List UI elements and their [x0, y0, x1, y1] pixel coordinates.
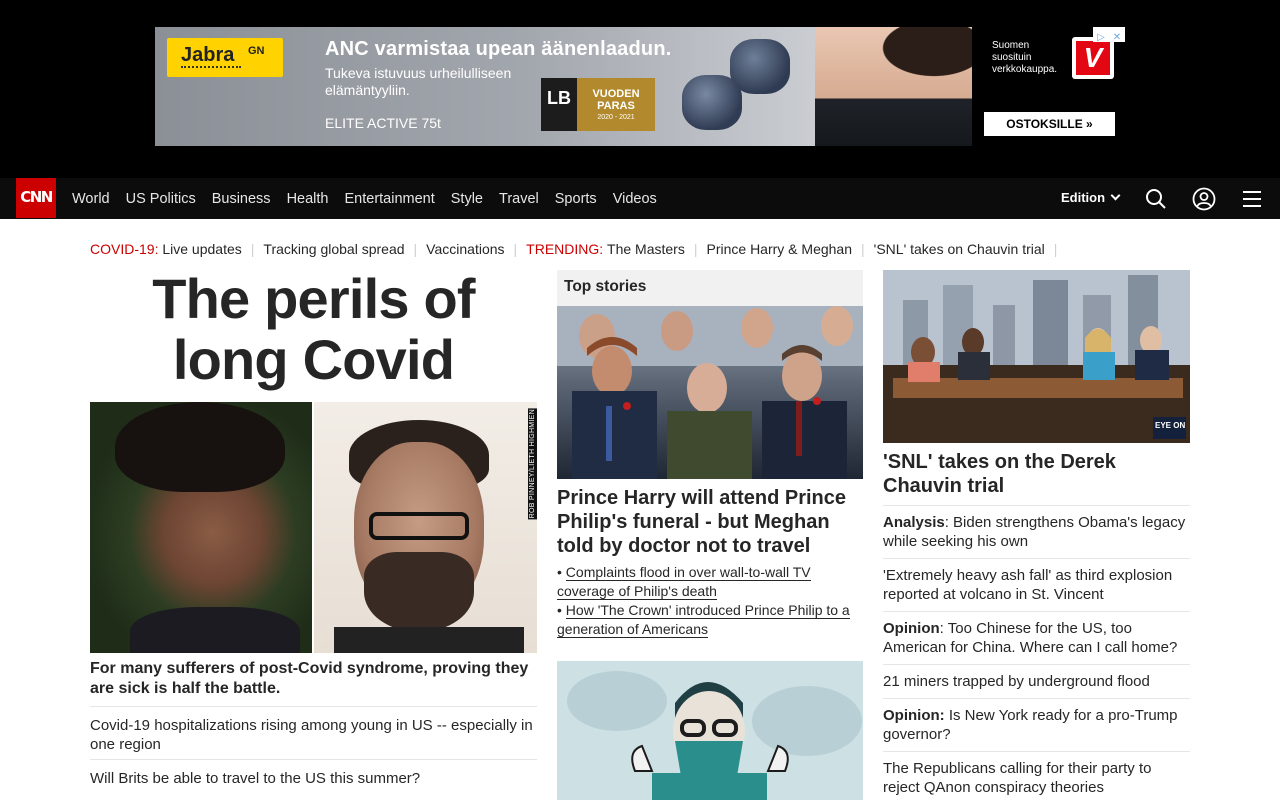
- ad-choices[interactable]: ▷ ✕: [1093, 27, 1125, 45]
- separator: |: [250, 241, 255, 257]
- related-link-text[interactable]: How 'The Crown' introduced Prince Philip…: [557, 602, 850, 638]
- hero-photo-left: [90, 402, 313, 653]
- ad-choices-icon[interactable]: ▷: [1093, 30, 1109, 45]
- trending-link[interactable]: The Masters: [607, 241, 685, 257]
- ad-subtext: Tukeva istuvuus urheilulliseen elämäntyy…: [325, 65, 512, 98]
- story-text: The Republicans calling for their party …: [883, 760, 1152, 796]
- nav-link-travel[interactable]: Travel: [499, 191, 539, 207]
- top-story-headline[interactable]: Prince Harry will attend Prince Philip's…: [557, 486, 863, 558]
- story-prefix: Opinion:: [883, 707, 945, 724]
- logo-text: CNN: [20, 188, 53, 206]
- edition-label: Edition: [1061, 190, 1106, 205]
- nav-link-health[interactable]: Health: [287, 191, 329, 207]
- award-logo: LB: [541, 78, 577, 131]
- separator: |: [693, 241, 698, 257]
- related-link-text[interactable]: Complaints flood in over wall-to-wall TV…: [557, 564, 811, 600]
- ad-brand-suffix: GN: [248, 45, 265, 57]
- section-header: Top stories: [557, 270, 863, 306]
- trending-link[interactable]: Prince Harry & Meghan: [707, 241, 853, 257]
- story-link[interactable]: 'Extremely heavy ash fall' as third expl…: [883, 558, 1190, 604]
- search-icon[interactable]: [1144, 187, 1168, 211]
- story-link[interactable]: The Republicans calling for their party …: [883, 751, 1190, 797]
- award-badge: LB VUODEN PARAS 2020 - 2021: [541, 78, 655, 131]
- close-icon[interactable]: ✕: [1109, 30, 1125, 45]
- retailer-logo-mark: V: [1076, 41, 1110, 75]
- story-image[interactable]: [557, 306, 863, 479]
- story-link[interactable]: Will Brits be able to travel to the US t…: [90, 759, 537, 788]
- trending-link[interactable]: 'SNL' takes on Chauvin trial: [874, 241, 1045, 257]
- cnn-logo[interactable]: CNN: [16, 178, 56, 218]
- ad-banner-area: Jabra GN ANC varmistaa upean äänenlaadun…: [0, 0, 1280, 178]
- hero-image[interactable]: ROB PINNEY/LIETH HIGHMIEN: [90, 402, 537, 653]
- nav-link-us-politics[interactable]: US Politics: [126, 191, 196, 207]
- story-image[interactable]: [557, 661, 863, 800]
- story-link[interactable]: Opinion: Too Chinese for the US, too Ame…: [883, 611, 1190, 657]
- account-icon[interactable]: [1192, 187, 1216, 211]
- related-link[interactable]: • Complaints flood in over wall-to-wall …: [557, 563, 863, 601]
- award-text: VUODEN PARAS 2020 - 2021: [577, 78, 655, 131]
- related-link[interactable]: • How 'The Crown' introduced Prince Phil…: [557, 601, 863, 639]
- story-prefix: Analysis: [883, 514, 945, 531]
- ad-cta-button[interactable]: OSTOKSILLE »: [984, 112, 1115, 136]
- jabra-logo: Jabra GN: [167, 38, 283, 77]
- trending-bar: COVID-19: Live updates | Tracking global…: [90, 239, 1066, 259]
- hero-photo-right: [314, 402, 537, 653]
- menu-icon[interactable]: [1240, 187, 1264, 211]
- image-badge: EYE ON: [1155, 421, 1185, 430]
- nav-links: World US Politics Business Health Entert…: [72, 178, 673, 219]
- nav-link-sports[interactable]: Sports: [555, 191, 597, 207]
- ad-brand: Jabra: [181, 44, 235, 66]
- royal-family-photo: [557, 306, 863, 479]
- edition-selector[interactable]: Edition: [1061, 190, 1121, 205]
- ad-model-name: ELITE ACTIVE 75t: [325, 115, 441, 131]
- trending-link[interactable]: Live updates: [162, 241, 241, 257]
- story-link[interactable]: 21 miners trapped by underground flood: [883, 664, 1190, 691]
- story-link[interactable]: Opinion: Is New York ready for a pro-Tru…: [883, 698, 1190, 744]
- ad-creative[interactable]: Jabra GN ANC varmistaa upean äänenlaadun…: [155, 27, 972, 146]
- trending-label: TRENDING:: [526, 241, 604, 257]
- story-link[interactable]: Covid-19 hospitalizations rising among y…: [90, 706, 537, 754]
- story-text: 'Extremely heavy ash fall' as third expl…: [883, 567, 1173, 603]
- trending-link[interactable]: Tracking global spread: [263, 241, 404, 257]
- retailer-tagline: Suomen suosituin verkkokauppa.: [992, 40, 1058, 75]
- advertisement[interactable]: Jabra GN ANC varmistaa upean äänenlaadun…: [155, 27, 1115, 146]
- image-credit: ROB PINNEY/LIETH HIGHMIEN: [528, 408, 537, 520]
- separator: |: [513, 241, 518, 257]
- main-nav: CNN World US Politics Business Health En…: [0, 178, 1280, 219]
- story-link[interactable]: Analysis: Biden strengthens Obama's lega…: [883, 505, 1190, 551]
- nav-link-business[interactable]: Business: [212, 191, 271, 207]
- story-prefix: Opinion: [883, 620, 940, 637]
- nav-link-world[interactable]: World: [72, 191, 110, 207]
- separator: |: [861, 241, 865, 257]
- separator: |: [413, 241, 418, 257]
- hero-headline[interactable]: The perils of long Covid: [90, 268, 537, 390]
- story-text: 21 miners trapped by underground flood: [883, 673, 1150, 690]
- earbud-image: [682, 75, 742, 130]
- covid-label: COVID-19:: [90, 241, 159, 257]
- chevron-down-icon: [1110, 190, 1121, 201]
- nav-link-videos[interactable]: Videos: [613, 191, 657, 207]
- separator: |: [1053, 241, 1058, 257]
- right-headline[interactable]: 'SNL' takes on the Derek Chauvin trial: [883, 450, 1190, 498]
- section-title: Top stories: [564, 278, 647, 295]
- award-title: VUODEN PARAS: [592, 88, 640, 112]
- award-years: 2020 - 2021: [597, 114, 635, 121]
- ad-headline: ANC varmistaa upean äänenlaadun.: [325, 38, 672, 60]
- trending-link[interactable]: Vaccinations: [426, 241, 504, 257]
- surgeon-illustration: [557, 661, 863, 800]
- hero-caption[interactable]: For many sufferers of post-Covid syndrom…: [90, 659, 537, 699]
- nav-link-entertainment[interactable]: Entertainment: [344, 191, 434, 207]
- story-image[interactable]: EYE ON: [883, 270, 1190, 443]
- nav-link-style[interactable]: Style: [451, 191, 483, 207]
- snl-sketch-photo: EYE ON: [883, 270, 1190, 443]
